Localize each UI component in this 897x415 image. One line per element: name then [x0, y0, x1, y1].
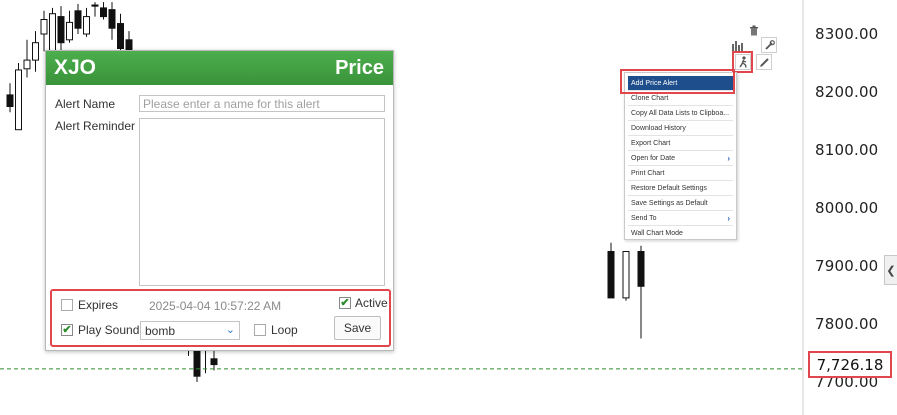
loop-checkbox[interactable]	[254, 324, 266, 336]
current-price-tag: 7,726.18	[808, 351, 892, 378]
menu-item-label: Clone Chart	[631, 95, 669, 102]
wrench-icon[interactable]	[761, 37, 777, 53]
y-axis-label: 8300.00	[815, 25, 879, 43]
menu-item-label: Restore Default Settings	[631, 185, 707, 192]
menu-item-label: Wall Chart Mode	[631, 230, 683, 237]
menu-item-label: Send To	[631, 215, 657, 222]
candle-body	[117, 23, 124, 49]
candle-body	[49, 13, 56, 52]
candle-body	[100, 7, 107, 18]
highlight-add-price-alert	[620, 69, 735, 94]
menu-item-save-settings-as-default[interactable]: Save Settings as Default	[628, 196, 733, 211]
save-button-label: Save	[343, 321, 372, 335]
dialog-symbol: XJO	[54, 56, 97, 79]
play-sound-label: Play Sound	[78, 323, 140, 337]
candle-body	[108, 9, 116, 29]
chevron-right-icon: ›	[727, 214, 730, 223]
chevron-left-icon: ❮	[886, 264, 896, 277]
chart-context-menu: Add Price Alert Clone Chart Copy All Data …	[624, 72, 737, 241]
y-axis-label: 7900.00	[815, 257, 879, 275]
expires-label: Expires	[78, 298, 119, 312]
chevron-right-icon: ›	[727, 154, 730, 163]
menu-item-label: Print Chart	[631, 170, 665, 177]
menu-item-send-to[interactable]: Send To ›	[628, 211, 733, 226]
candle-body	[57, 16, 65, 44]
active-checkbox[interactable]: ✔	[339, 297, 351, 309]
play-sound-checkbox[interactable]: ✔	[61, 324, 73, 336]
expiry-datetime[interactable]: 2025-04-04 10:57:22 AM	[149, 299, 281, 313]
alert-name-input[interactable]	[139, 95, 385, 112]
candle-body	[91, 4, 99, 7]
menu-item-label: Copy All Data Lists to Clipboa...	[631, 110, 730, 117]
menu-item-label: Save Settings as Default	[631, 200, 708, 207]
menu-item-wall-chart-mode[interactable]: Wall Chart Mode	[628, 226, 733, 241]
active-label: Active	[355, 296, 388, 310]
sound-select-value: bomb	[145, 324, 176, 338]
loop-label: Loop	[271, 323, 298, 337]
dialog-alert-type: Price	[335, 56, 384, 79]
y-axis-label: 8200.00	[815, 83, 879, 101]
sound-select[interactable]: bomb ⌄	[140, 321, 240, 340]
current-price-value: 7,726.18	[816, 355, 884, 374]
y-axis-label: 8100.00	[815, 141, 879, 159]
pencil-icon[interactable]	[756, 54, 772, 70]
collapse-panel-tab[interactable]: ❮	[884, 255, 897, 285]
menu-item-print-chart[interactable]: Print Chart	[628, 166, 733, 181]
save-button[interactable]: Save	[334, 316, 381, 340]
candle-body	[40, 19, 48, 35]
y-axis-label: 7800.00	[815, 315, 879, 333]
menu-item-copy-all-data-lists-to-clipboa[interactable]: Copy All Data Lists to Clipboa...	[628, 106, 733, 121]
candle-body	[6, 94, 14, 108]
menu-item-download-history[interactable]: Download History	[628, 121, 733, 136]
menu-item-label: Export Chart	[631, 140, 671, 147]
chevron-down-icon: ⌄	[225, 324, 235, 336]
y-axis-label: 8000.00	[815, 199, 879, 217]
candle-body	[23, 59, 31, 70]
price-alert-dialog: XJO Price Alert Name Alert Reminder Expi…	[45, 50, 394, 351]
candle-body	[15, 69, 22, 131]
candle-body	[32, 42, 39, 61]
menu-item-restore-default-settings[interactable]: Restore Default Settings	[628, 181, 733, 196]
menu-item-label: Open for Date	[631, 155, 675, 162]
menu-item-export-chart[interactable]: Export Chart	[628, 136, 733, 151]
alert-reminder-textarea[interactable]	[139, 118, 385, 286]
candle-body	[622, 251, 630, 299]
candle-body	[607, 251, 615, 299]
candle-body	[66, 21, 73, 41]
alert-name-label: Alert Name	[55, 97, 116, 111]
alert-options-panel: Expires 2025-04-04 10:57:22 AM ✔ Active …	[50, 289, 391, 347]
dialog-header: XJO Price	[46, 51, 393, 85]
candle-body	[74, 10, 82, 29]
candle-body	[637, 251, 645, 287]
menu-item-open-for-date[interactable]: Open for Date ›	[628, 151, 733, 166]
candle-body	[83, 16, 90, 35]
trash-icon[interactable]	[746, 22, 762, 38]
expires-checkbox[interactable]	[61, 299, 73, 311]
highlight-price-alert-icon	[732, 51, 753, 73]
alert-reminder-label: Alert Reminder	[55, 119, 136, 133]
menu-item-label: Download History	[631, 125, 686, 132]
candle-body	[210, 358, 218, 366]
